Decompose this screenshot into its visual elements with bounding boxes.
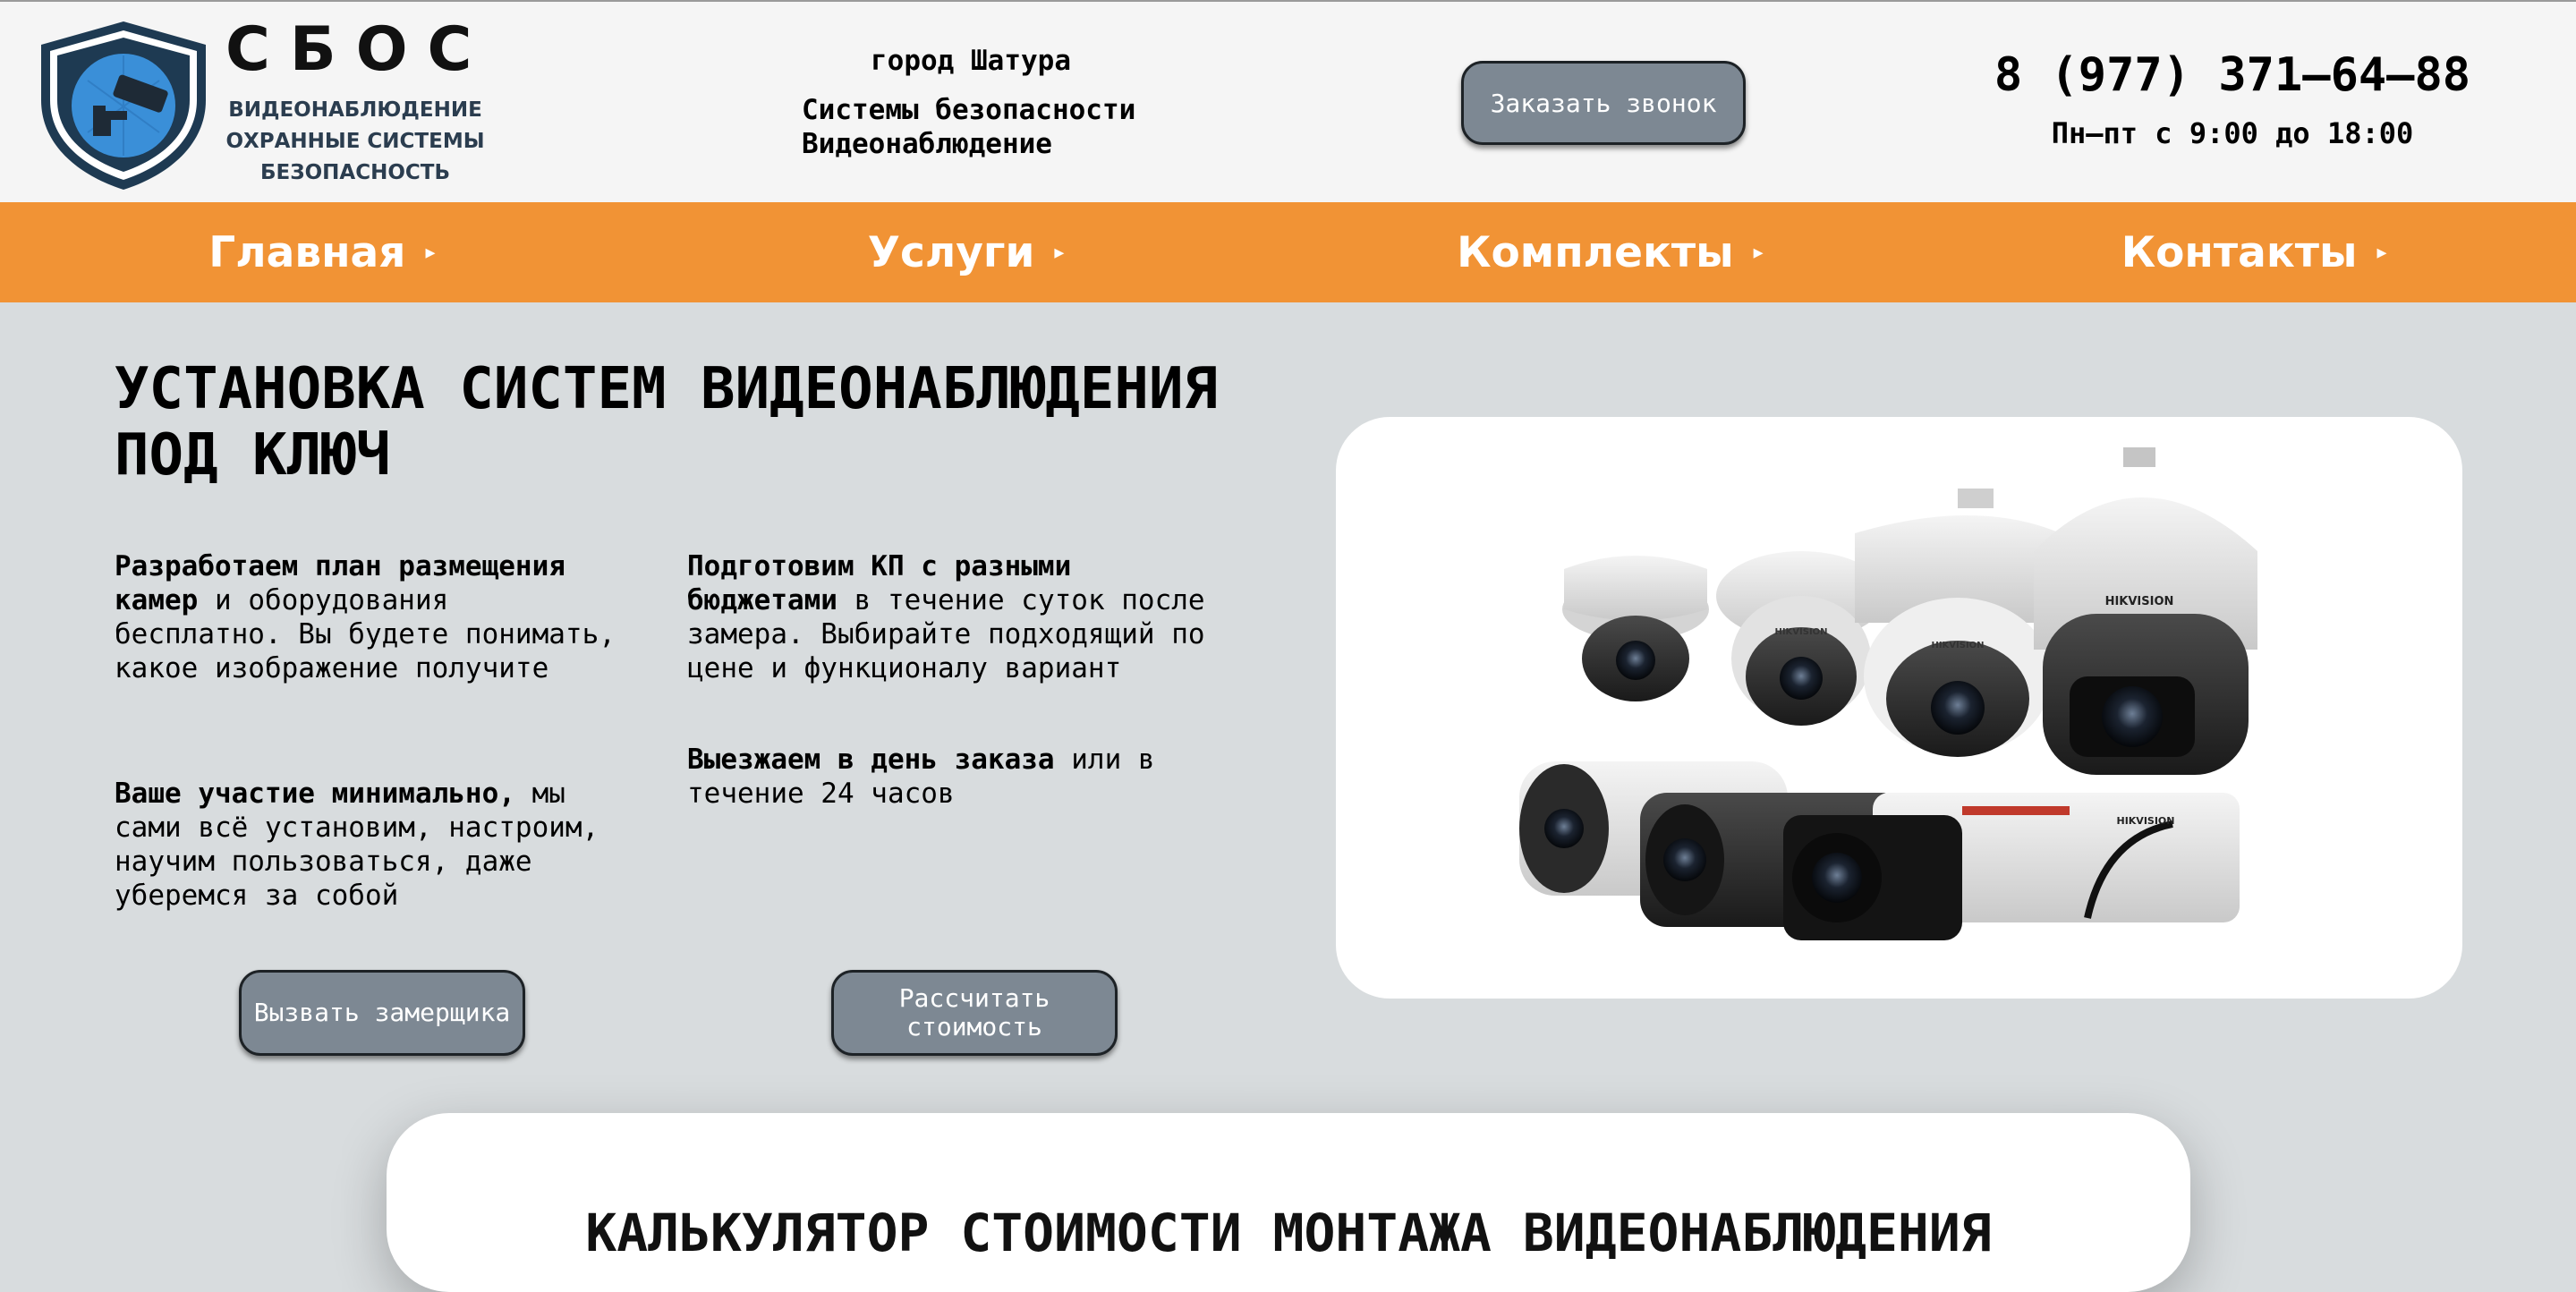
hero-title-line: УСТАНОВКА СИСТЕМ ВИДЕОНАБЛЮДЕНИЯ	[115, 356, 1218, 422]
nav-item-label: Комплекты	[1457, 227, 1734, 277]
feature-bold-text: Выезжаем в день заказа	[687, 744, 1055, 776]
brand-name[interactable]: СБОС	[225, 14, 485, 85]
caret-right-icon: ▸	[425, 241, 436, 264]
camera-brand-text: HIKVISION	[2116, 815, 2174, 827]
caret-right-icon: ▸	[1753, 241, 1764, 264]
caret-right-icon: ▸	[2376, 241, 2387, 264]
caret-right-icon: ▸	[1054, 241, 1065, 264]
section-title: КАЛЬКУЛЯТОР СТОИМОСТИ МОНТАЖА ВИДЕОНАБЛЮ…	[585, 1203, 1992, 1263]
button-label-line: стоимость	[906, 1012, 1042, 1041]
calculator-section-card: КАЛЬКУЛЯТОР СТОИМОСТИ МОНТАЖА ВИДЕОНАБЛЮ…	[387, 1113, 2190, 1292]
ptz-camera: HIKVISION	[2034, 447, 2257, 775]
city-label: город Шатура	[871, 45, 1071, 77]
call-surveyor-button[interactable]: Вызвать замерщика	[239, 970, 525, 1056]
callback-button[interactable]: Заказать звонок	[1461, 61, 1746, 145]
nav-item-label: Услуги	[867, 227, 1035, 277]
nav-item-kits[interactable]: Комплекты ▸	[1288, 202, 1933, 302]
feature-bold-text: Ваше участие минимально,	[115, 778, 515, 810]
dome-camera	[1562, 556, 1709, 701]
shield-camera-logo-icon[interactable]	[34, 18, 213, 193]
feature-same-day: Выезжаем в день заказа или в течение 24 …	[687, 743, 1224, 811]
camera-brand-text: HIKVISION	[2105, 595, 2174, 608]
brand-subtitle-line: ВИДЕОНАБЛЮДЕНИЕ	[228, 98, 482, 122]
feature-proposal: Подготовим КП с разными бюджетами в тече…	[687, 549, 1233, 685]
header-service-line: Системы безопасности	[802, 94, 1136, 126]
phone-number[interactable]: 8 (977) 371–64–88	[1977, 48, 2487, 102]
nav-item-services[interactable]: Услуги ▸	[644, 202, 1288, 302]
brand-subtitle: ВИДЕОНАБЛЮДЕНИЕ ОХРАННЫЕ СИСТЕМЫ БЕЗОПАС…	[225, 95, 485, 189]
calculate-cost-button[interactable]: Рассчитать стоимость	[831, 970, 1118, 1056]
nav-item-home[interactable]: Главная ▸	[0, 202, 644, 302]
hero-title-line: ПОД КЛЮЧ	[115, 422, 391, 489]
header-services: Системы безопасности Видеонаблюдение	[802, 93, 1177, 161]
camera-brand-text: HIKVISION	[1931, 641, 1984, 650]
nav-item-label: Главная	[208, 227, 406, 277]
brand-subtitle-line: ОХРАННЫЕ СИСТЕМЫ	[225, 130, 485, 153]
cctv-cameras-illustration: HIKVISION HIKVISION HIKVISION HIKVISION	[1519, 447, 2257, 940]
ptz-camera: HIKVISION	[1855, 489, 2061, 757]
hero-title: УСТАНОВКА СИСТЕМ ВИДЕОНАБЛЮДЕНИЯ ПОД КЛЮ…	[115, 356, 1278, 489]
site-header: СБОС ВИДЕОНАБЛЮДЕНИЕ ОХРАННЫЕ СИСТЕМЫ БЕ…	[0, 0, 2576, 202]
button-label-line: Рассчитать	[898, 983, 1050, 1013]
feature-plan: Разработаем план размещения камер и обор…	[115, 549, 616, 685]
main-nav: Главная ▸ Услуги ▸ Комплекты ▸ Контакты …	[0, 202, 2576, 302]
brand-subtitle-line: БЕЗОПАСНОСТЬ	[260, 161, 450, 184]
nav-item-contacts[interactable]: Контакты ▸	[1932, 202, 2576, 302]
feature-minimal-participation: Ваше участие минимально, мы сами всё уст…	[115, 777, 633, 913]
camera-brand-text: HIKVISION	[1774, 627, 1827, 637]
working-hours: Пн–пт с 9:00 до 18:00	[2051, 116, 2414, 150]
header-service-line: Видеонаблюдение	[802, 128, 1052, 160]
nav-item-label: Контакты	[2121, 227, 2358, 277]
cameras-photo: HIKVISION HIKVISION HIKVISION HIKVISION	[1336, 417, 2462, 999]
